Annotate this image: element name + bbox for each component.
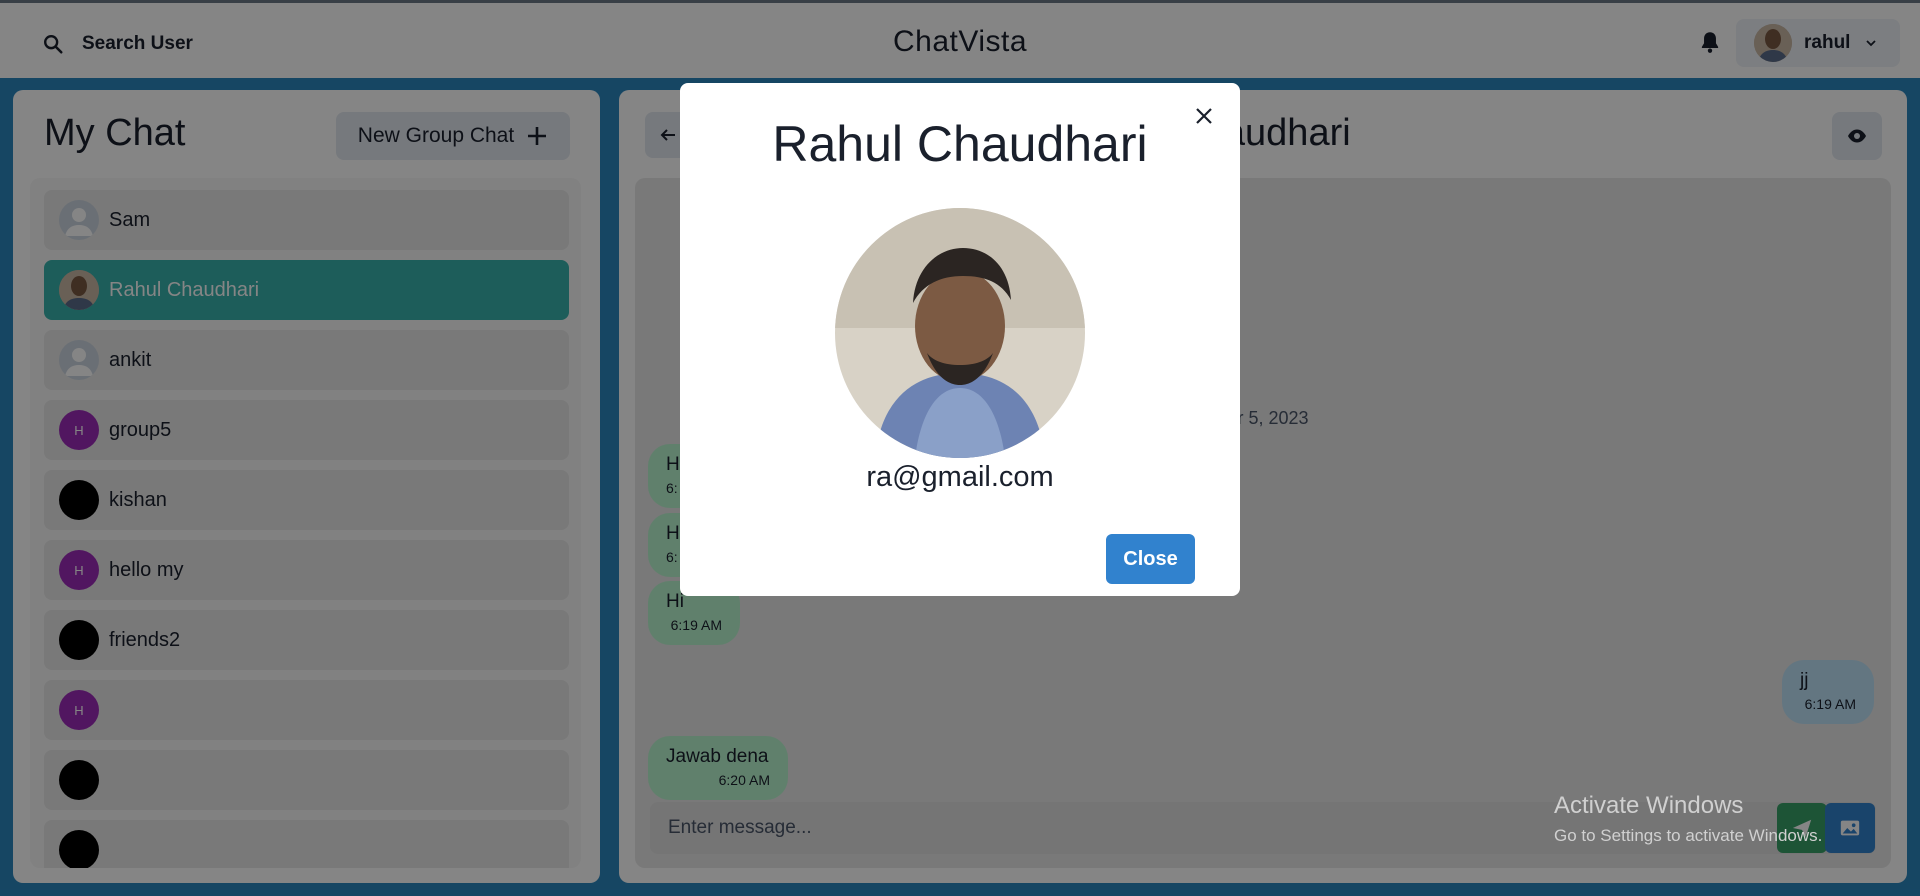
close-button[interactable]: Close — [1106, 534, 1195, 584]
watermark-subtitle: Go to Settings to activate Windows. — [1554, 826, 1823, 845]
profile-email: ra@gmail.com — [866, 461, 1054, 493]
close-icon[interactable] — [1188, 100, 1220, 132]
windows-activation-watermark: Activate Windows Go to Settings to activ… — [1554, 792, 1822, 846]
modal-title: Rahul Chaudhari — [772, 116, 1148, 172]
watermark-title: Activate Windows — [1554, 792, 1744, 819]
profile-photo — [835, 208, 1085, 458]
profile-modal: Rahul Chaudhari ra@gmail.com Close — [680, 83, 1240, 596]
